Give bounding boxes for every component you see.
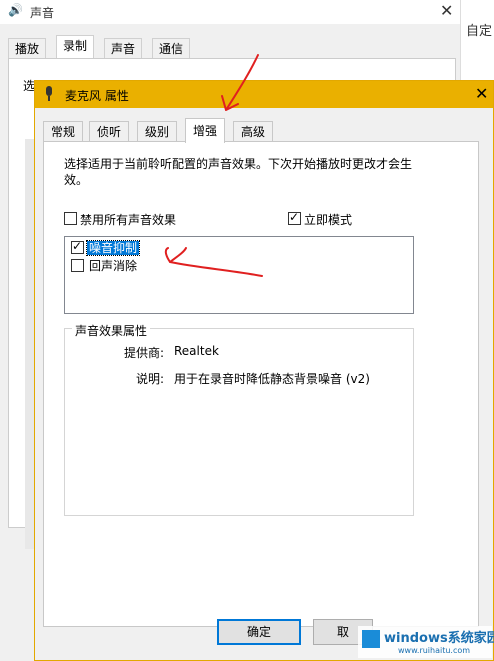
dialog-titlebar[interactable]: 麦克风 属性 ✕ — [35, 81, 493, 108]
watermark-brand: windows系统家园 — [384, 631, 494, 646]
echo-cancellation-checkbox[interactable] — [71, 259, 84, 272]
disable-all-effects-label: 禁用所有声音效果 — [80, 213, 177, 227]
enhancements-description: 选择适用于当前聆听配置的声音效果。下次开始播放时更改才会生效。 — [64, 157, 413, 187]
tab-enhancements[interactable]: 增强 — [185, 118, 226, 143]
tab-sounds[interactable]: 声音 — [104, 38, 143, 59]
sound-titlebar: 🔊 声音 ✕ — [0, 0, 460, 24]
close-icon[interactable]: ✕ — [475, 84, 488, 103]
dialog-title: 麦克风 属性 — [65, 89, 129, 103]
noise-suppression-label[interactable]: 噪音抑制 — [85, 239, 141, 256]
close-icon[interactable]: ✕ — [440, 1, 453, 20]
echo-cancellation-label[interactable]: 回声消除 — [89, 257, 137, 274]
tab-advanced[interactable]: 高级 — [233, 121, 274, 142]
sound-window-title: 声音 — [30, 6, 55, 20]
description-label: 说明: — [135, 372, 164, 386]
enhancements-panel: 选择适用于当前聆听配置的声音效果。下次开始播放时更改才会生效。 禁用所有声音效果… — [43, 141, 479, 627]
site-watermark: windows系统家园 www.ruihaitu.com — [358, 626, 494, 658]
tab-levels[interactable]: 级别 — [137, 121, 178, 142]
microphone-icon — [46, 86, 52, 101]
tab-recording[interactable]: 录制 — [56, 35, 95, 60]
tab-general[interactable]: 常规 — [43, 121, 84, 142]
effect-properties-title: 声音效果属性 — [72, 322, 151, 339]
noise-suppression-checkbox[interactable] — [71, 239, 84, 254]
noise-suppression-text: 噪音抑制 — [85, 240, 141, 256]
background-partial-text: 自定 — [466, 24, 493, 39]
watermark-url: www.ruihaitu.com — [398, 646, 471, 655]
microphone-properties-dialog: 麦克风 属性 ✕ 常规 侦听 级别 增强 高级 选择适用于当前聆听配置的声音效果… — [34, 80, 494, 661]
provider-label: 提供商: — [123, 346, 164, 360]
provider-value: Realtek — [174, 344, 219, 358]
windows-logo-icon — [362, 630, 380, 648]
immediate-mode-label: 立即模式 — [304, 213, 353, 227]
description-value: 用于在录音时降低静态背景噪音 (v2) — [174, 372, 370, 386]
speaker-icon: 🔊 — [8, 3, 23, 17]
effects-list[interactable]: 噪音抑制 回声消除 — [64, 236, 414, 314]
tab-playback[interactable]: 播放 — [8, 38, 47, 59]
ok-button[interactable]: 确定 — [217, 619, 301, 645]
tab-listen[interactable]: 侦听 — [89, 121, 130, 142]
immediate-mode-checkbox[interactable] — [288, 210, 301, 225]
disable-all-effects-checkbox[interactable] — [64, 212, 77, 225]
tab-communications[interactable]: 通信 — [152, 38, 191, 59]
